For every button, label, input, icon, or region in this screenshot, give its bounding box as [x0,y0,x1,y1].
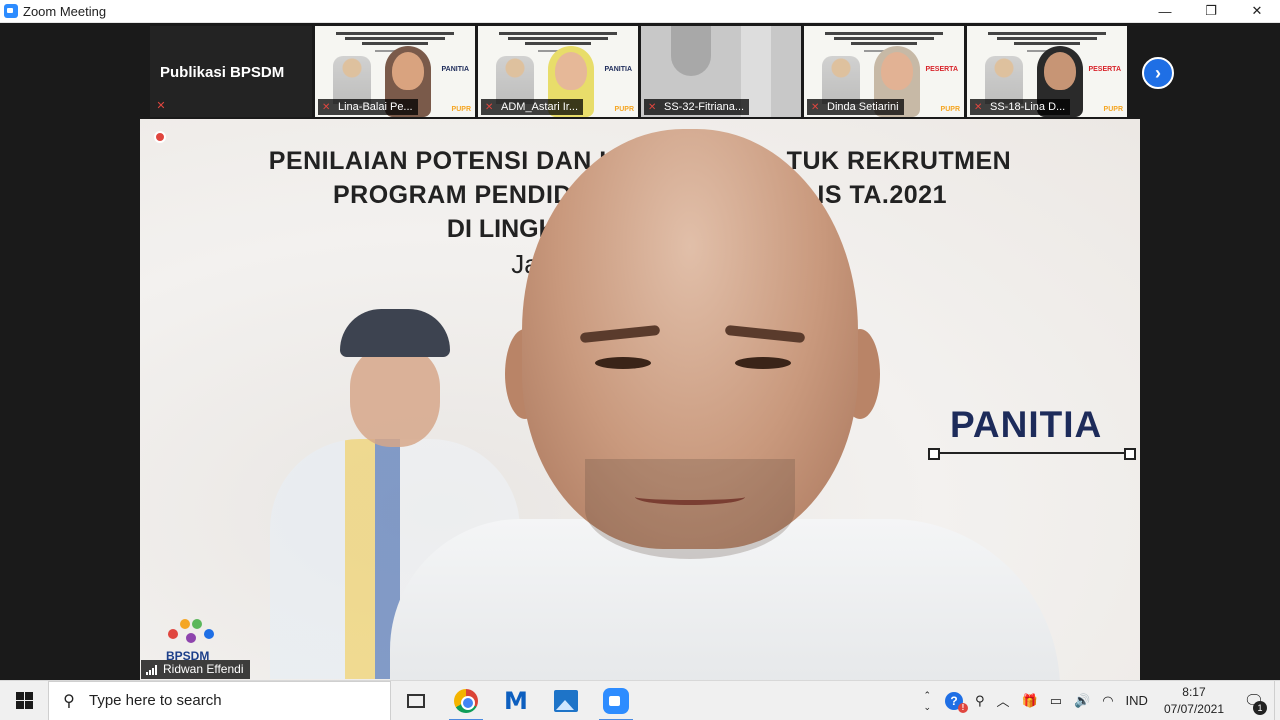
participant-display-name: Publikasi BPSDM [160,64,285,81]
malwarebytes-icon: M [504,686,528,715]
clock[interactable]: 8:17 07/07/2021 [1154,684,1234,718]
taskbar-photos[interactable] [541,681,591,720]
taskbar-malwarebytes[interactable]: M [491,681,541,720]
clock-time: 8:17 [1182,684,1206,699]
role-badge: PESERTA [925,66,958,73]
wifi-icon[interactable]: ◠ [1096,681,1119,720]
action-center-button[interactable]: 🗨 1 [1234,681,1274,720]
taskbar-search[interactable]: ⚲ [48,680,391,720]
participant-name-label: ✕ SS-32-Fitriana... [644,99,750,115]
participant-name-label: ✕ Lina-Balai Pe... [318,99,418,115]
chrome-icon [454,688,478,713]
photos-icon [554,689,578,712]
mic-muted-icon: ✕ [648,102,657,113]
mic-muted-icon: ✕ [156,100,166,112]
slide-figure [985,56,1023,104]
taskbar-chrome[interactable] [441,681,491,720]
zoom-icon [603,687,629,714]
role-badge: PESERTA [1088,66,1121,73]
input-language[interactable]: IND [1120,681,1154,720]
search-icon: ⚲ [63,692,75,710]
participant-name-label: ✕ Dinda Setiarini [807,99,904,115]
close-button[interactable]: ✕ [1234,0,1280,23]
participant-name-label: ✕ SS-18-Lina D... [970,99,1071,115]
participant-tile[interactable]: PANITIA PUPR ✕ ADM_Astari Ir... [478,26,638,117]
pupr-logo: PUPR [940,106,960,113]
windows-taskbar: ⚲ M ⌃⌄ ? ⚲ ︿ 🎁 ▭ 🔊 ◠ IND 8:17 07/07/2021… [0,680,1280,720]
tray-overflow-chevron-icon[interactable]: ︿ [991,681,1016,720]
active-speaker-video[interactable]: PENILAIAN POTENSI DAN KO TUK REKRUTMEN P… [140,119,1140,680]
participant-tile[interactable]: PESERTA PUPR ✕ Dinda Setiarini [804,26,964,117]
participant-tile[interactable]: ✕ SS-32-Fitriana... [641,26,801,117]
battery-icon[interactable]: ▭ [1044,681,1068,720]
start-button[interactable] [0,681,48,720]
meeting-area: Publikasi BPSDM ✕ PANITIA PUPR ✕ Lina-Bal… [0,23,1280,680]
search-input[interactable] [89,692,379,709]
system-tray: ⌃⌄ ? ⚲ ︿ 🎁 ▭ 🔊 ◠ IND 8:17 07/07/2021 🗨 1 [915,680,1280,720]
window-title: Zoom Meeting [23,3,107,19]
people-icon[interactable]: ⚲ [969,681,991,720]
slide-figure [333,56,371,104]
participant-tile-name-only[interactable]: Publikasi BPSDM ✕ [150,26,312,117]
mic-muted-icon: ✕ [485,102,494,113]
mic-muted-icon: ✕ [811,102,820,113]
mic-muted-icon: ✕ [322,102,331,113]
zoom-app-icon [4,4,18,18]
pupr-logo: PUPR [1103,106,1123,113]
speaker-name-label: Ridwan Effendi [141,660,250,679]
volume-icon[interactable]: 🔊 [1068,681,1096,720]
gallery-next-page-button[interactable]: › [1142,57,1174,89]
tray-scroll-arrows[interactable]: ⌃ ⌄ [915,689,939,713]
tray-help[interactable]: ? [939,681,969,720]
notification-count-badge: 1 [1253,700,1267,715]
role-badge: PANITIA [604,66,632,73]
participant-name-label: ✕ ADM_Astari Ir... [481,99,584,115]
bpsdm-logo: BPSDM [164,615,220,665]
windows-logo-icon [15,692,33,709]
mic-muted-icon: ✕ [974,102,983,113]
maximize-button[interactable]: ❐ [1188,0,1234,23]
gift-icon[interactable]: 🎁 [1016,681,1044,720]
participant-tile[interactable]: PANITIA PUPR ✕ Lina-Balai Pe... [315,26,475,117]
window-controls: — ❐ ✕ [1142,0,1280,23]
task-view-button[interactable] [391,681,441,720]
pupr-logo: PUPR [614,106,634,113]
show-desktop-button[interactable] [1274,680,1280,720]
role-badge: PANITIA [441,66,469,73]
participant-tile[interactable]: PESERTA PUPR ✕ SS-18-Lina D... [967,26,1127,117]
slide-figure [822,56,860,104]
recording-indicator-icon [154,131,166,143]
signal-strength-icon [146,665,157,675]
task-view-icon [407,693,425,708]
taskbar-zoom[interactable] [591,681,641,720]
pupr-logo: PUPR [451,106,471,113]
help-icon: ? [944,691,968,713]
slide-figure [496,56,534,104]
clock-date: 07/07/2021 [1163,701,1224,716]
speaker-person [390,129,1060,680]
window-titlebar: Zoom Meeting — ❐ ✕ [0,0,1280,23]
minimize-button[interactable]: — [1142,0,1188,23]
gallery-strip: Publikasi BPSDM ✕ PANITIA PUPR ✕ Lina-Bal… [150,26,1140,117]
